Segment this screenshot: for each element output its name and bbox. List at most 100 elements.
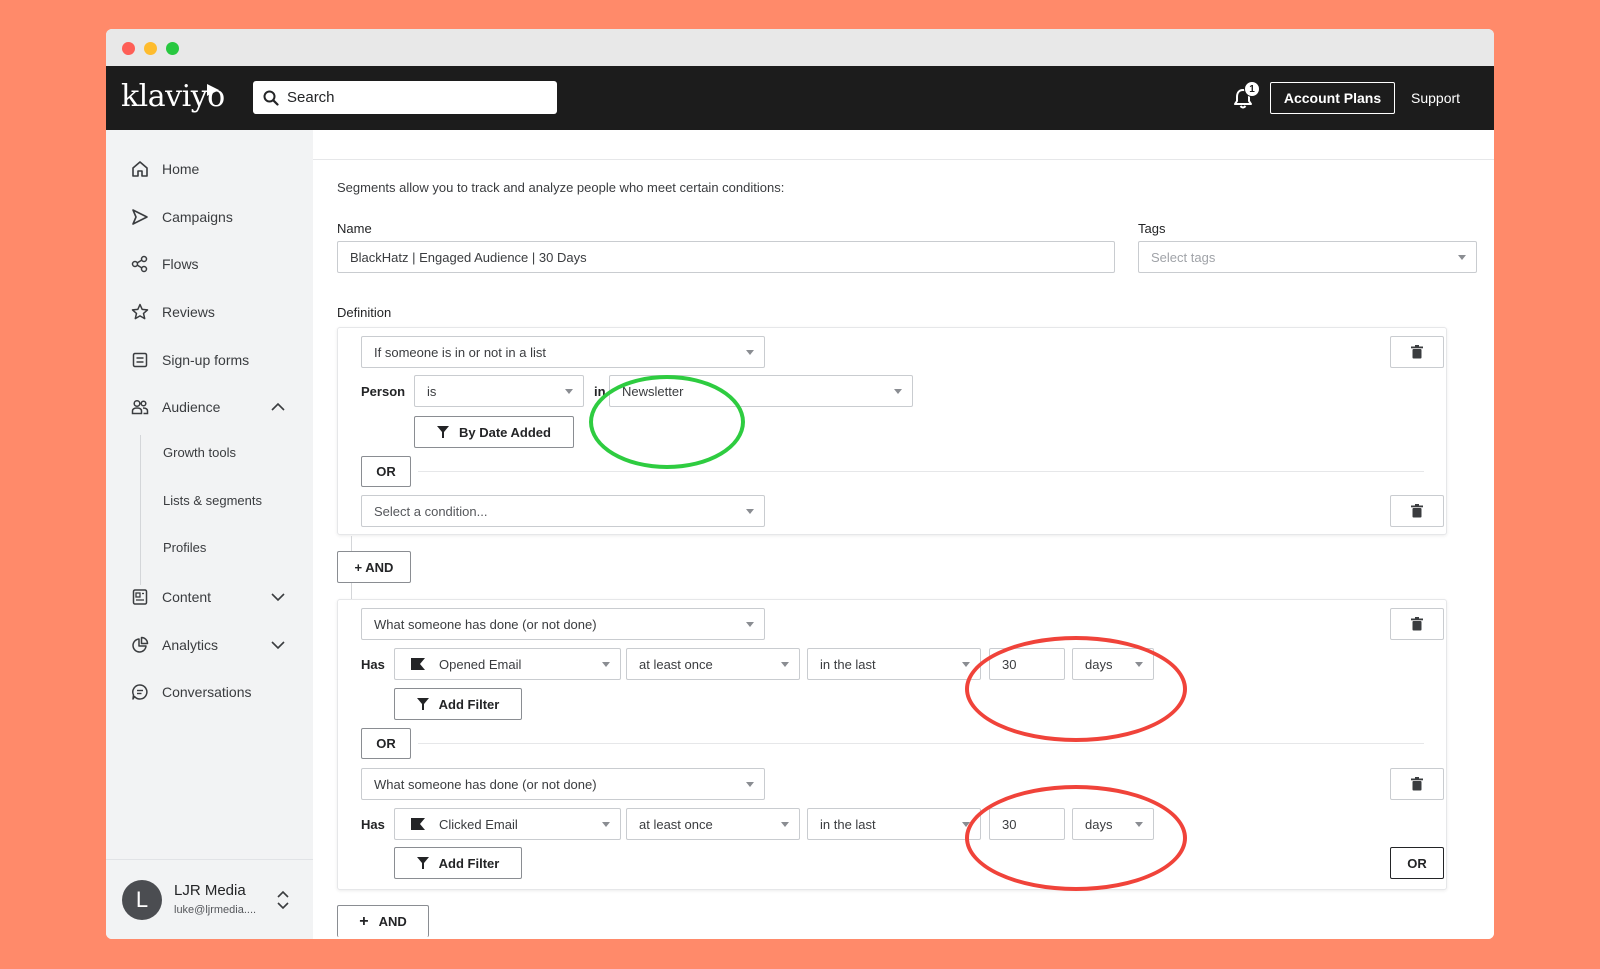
sidebar-item-label: Reviews [162, 304, 215, 320]
person-operator-select[interactable]: is [414, 375, 584, 407]
chevron-down-icon[interactable] [270, 637, 286, 653]
delete-condition-button[interactable] [1390, 336, 1444, 368]
caret-down-icon [565, 389, 573, 394]
sidebar-item-reviews[interactable]: Reviews [130, 300, 215, 324]
or-label: OR [376, 736, 396, 751]
sidebar-item-label: Audience [162, 399, 221, 415]
unit-select[interactable]: days [1072, 648, 1154, 680]
sidebar-item-label: Analytics [162, 637, 219, 653]
or-button-label: OR [1407, 855, 1427, 871]
frequency-select[interactable]: at least once [626, 808, 800, 840]
form-icon [130, 350, 150, 370]
delete-condition-button[interactable] [1390, 608, 1444, 640]
chat-icon [130, 682, 150, 702]
condition-type-value: What someone has done (or not done) [374, 616, 597, 632]
second-condition-placeholder: Select a condition... [374, 503, 488, 519]
caret-down-icon [894, 389, 902, 394]
sidebar-subitem-growth-tools[interactable]: Growth tools [163, 445, 236, 460]
sidebar-item-label: Conversations [162, 684, 252, 700]
search-bar[interactable] [253, 81, 557, 114]
sidebar-item-audience[interactable]: Audience [130, 395, 220, 419]
sidebar-subitem-lists-segments[interactable]: Lists & segments [163, 493, 262, 508]
star-icon [130, 302, 150, 322]
second-condition-select[interactable]: Select a condition... [361, 495, 765, 527]
add-or-condition-button[interactable]: OR [1390, 847, 1444, 879]
frequency-value: at least once [639, 816, 713, 832]
and-label: AND [378, 914, 407, 929]
timeframe-value: in the last [820, 656, 876, 672]
send-icon [130, 207, 150, 227]
frequency-select[interactable]: at least once [626, 648, 800, 680]
sidebar-item-label: Sign-up forms [162, 352, 250, 368]
add-and-condition-button[interactable]: + AND [337, 551, 411, 583]
delete-condition-button[interactable] [1390, 495, 1444, 527]
or-divider [418, 743, 1424, 744]
amount-input[interactable]: 30 [989, 648, 1065, 680]
maximize-window-button[interactable] [166, 42, 179, 55]
sidebar-item-signup-forms[interactable]: Sign-up forms [130, 348, 249, 372]
minimize-window-button[interactable] [144, 42, 157, 55]
caret-down-icon [746, 350, 754, 355]
amount-value: 30 [1002, 656, 1017, 672]
timeframe-value: in the last [820, 816, 876, 832]
timeframe-select[interactable]: in the last [807, 808, 981, 840]
filter-icon [416, 857, 429, 869]
add-filter-button[interactable]: Add Filter [394, 847, 522, 879]
caret-down-icon [746, 509, 754, 514]
sidebar-item-campaigns[interactable]: Campaigns [130, 205, 233, 229]
account-name: LJR Media [174, 882, 246, 899]
expand-collapse-icon[interactable] [276, 890, 290, 910]
sidebar-item-analytics[interactable]: Analytics [130, 633, 218, 657]
home-icon [130, 159, 150, 179]
sidebar-item-flows[interactable]: Flows [130, 252, 199, 276]
close-window-button[interactable] [122, 42, 135, 55]
person-row-label: Person [361, 384, 406, 399]
account-switcher[interactable]: L LJR Media luke@ljrmedia.... [106, 859, 313, 939]
delete-condition-button[interactable] [1390, 768, 1444, 800]
account-plans-button[interactable]: Account Plans [1270, 82, 1395, 114]
add-filter-button[interactable]: Add Filter [394, 688, 522, 720]
metric-select[interactable]: Opened Email [394, 648, 621, 680]
chevron-up-icon[interactable] [270, 399, 286, 415]
segment-name-input[interactable]: BlackHatz | Engaged Audience | 30 Days [337, 241, 1115, 273]
person-operator-value: is [427, 383, 437, 399]
metric-value: Opened Email [439, 656, 522, 672]
timeframe-select[interactable]: in the last [807, 648, 981, 680]
caret-down-icon [746, 622, 754, 627]
caret-down-icon [602, 822, 610, 827]
sidebar-item-content[interactable]: Content [130, 585, 211, 609]
unit-select[interactable]: days [1072, 808, 1154, 840]
amount-input[interactable]: 30 [989, 808, 1065, 840]
account-email: luke@ljrmedia.... [174, 904, 257, 916]
trash-icon [1411, 504, 1423, 518]
filter-icon [437, 426, 449, 438]
or-toggle[interactable]: OR [361, 456, 411, 487]
content-icon [130, 587, 150, 607]
sidebar-subitem-profiles[interactable]: Profiles [163, 540, 206, 555]
condition-type-value: What someone has done (or not done) [374, 776, 597, 792]
sidebar-item-conversations[interactable]: Conversations [130, 680, 252, 704]
support-link[interactable]: Support [1411, 90, 1460, 106]
avatar: L [122, 880, 162, 920]
sidebar-item-home[interactable]: Home [130, 157, 199, 181]
condition-type-select[interactable]: What someone has done (or not done) [361, 608, 765, 640]
or-divider [418, 471, 1424, 472]
tags-select[interactable]: Select tags [1138, 241, 1477, 273]
people-icon [130, 397, 150, 417]
by-date-added-label: By Date Added [459, 424, 551, 440]
list-select[interactable]: Newsletter [609, 375, 913, 407]
condition-type-select[interactable]: If someone is in or not in a list [361, 336, 765, 368]
amount-value: 30 [1002, 816, 1017, 832]
search-icon [263, 90, 279, 106]
trash-icon [1411, 345, 1423, 359]
search-input[interactable] [287, 89, 527, 106]
tags-label: Tags [1138, 221, 1166, 236]
by-date-added-button[interactable]: By Date Added [414, 416, 574, 448]
or-toggle[interactable]: OR [361, 728, 411, 759]
add-and-condition-button[interactable]: + AND [337, 905, 429, 937]
condition-type-select[interactable]: What someone has done (or not done) [361, 768, 765, 800]
sidebar-item-label: Campaigns [162, 209, 233, 225]
frequency-value: at least once [639, 656, 713, 672]
metric-select[interactable]: Clicked Email [394, 808, 621, 840]
chevron-down-icon[interactable] [270, 589, 286, 605]
